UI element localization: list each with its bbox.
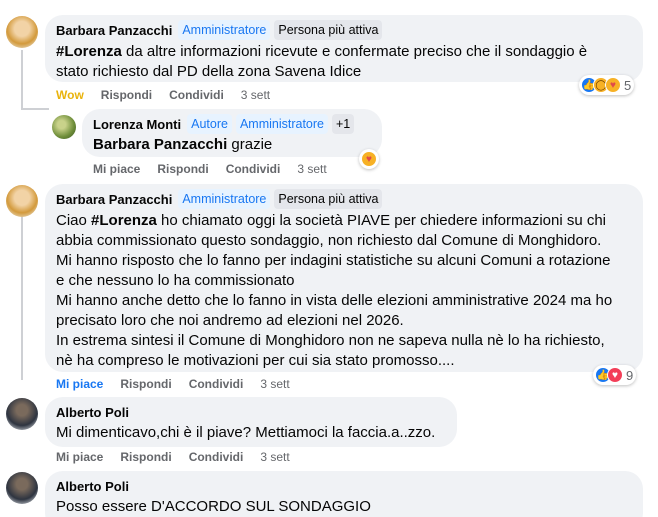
comment-bubble: Lorenza Monti Autore Amministratore +1 B… bbox=[82, 109, 382, 157]
admin-badge: Amministratore bbox=[178, 189, 271, 209]
timestamp[interactable]: 3 sett bbox=[297, 162, 326, 176]
reply-button[interactable]: Rispondi bbox=[101, 88, 152, 102]
like-button[interactable]: Mi piace bbox=[93, 162, 140, 176]
avatar[interactable] bbox=[6, 398, 38, 430]
comment-author[interactable]: Barbara Panzacchi bbox=[56, 23, 172, 38]
top-fan-badge: Persona più attiva bbox=[274, 189, 383, 209]
comment-bubble: Alberto Poli Mi dimenticavo,chi è il pia… bbox=[45, 397, 457, 447]
reply-button[interactable]: Rispondi bbox=[120, 377, 171, 391]
reaction-count: 5 bbox=[624, 77, 632, 93]
reaction-summary[interactable]: 👍 ♥ 9 bbox=[593, 365, 637, 385]
comment-bubble: Barbara Panzacchi Amministratore Persona… bbox=[45, 15, 643, 82]
comment-text: #Lorenza da altre informazioni ricevute … bbox=[56, 43, 588, 80]
avatar[interactable] bbox=[6, 472, 38, 504]
comment-actions: Mi piace Rispondi Condividi 3 sett bbox=[56, 450, 307, 464]
reaction-summary[interactable]: ♥ bbox=[359, 149, 379, 169]
comment-actions: Mi piace Rispondi Condividi 3 sett bbox=[93, 162, 344, 176]
top-fan-badge: Persona più attiva bbox=[274, 20, 383, 40]
comment-text: Ciao #Lorenza ho chiamato oggi la societ… bbox=[56, 212, 613, 369]
like-button[interactable]: Mi piace bbox=[56, 450, 103, 464]
reaction-count: 9 bbox=[626, 367, 634, 383]
share-button[interactable]: Condividi bbox=[189, 377, 244, 391]
avatar[interactable] bbox=[6, 16, 38, 48]
reply-button[interactable]: Rispondi bbox=[157, 162, 208, 176]
care-icon: ♥ bbox=[605, 77, 621, 93]
comment-text: Mi dimenticavo,chi è il piave? Mettiamoc… bbox=[56, 424, 436, 441]
care-icon: ♥ bbox=[361, 151, 377, 167]
admin-badge: Amministratore bbox=[178, 20, 271, 40]
share-button[interactable]: Condividi bbox=[169, 88, 224, 102]
comment-author[interactable]: Barbara Panzacchi bbox=[56, 192, 172, 207]
reaction-summary[interactable]: 👍 ◯ ♥ 5 bbox=[579, 75, 635, 95]
avatar[interactable] bbox=[6, 185, 38, 217]
hashtag-mention[interactable]: #Lorenza bbox=[56, 43, 122, 60]
comment-author[interactable]: Alberto Poli bbox=[56, 405, 129, 420]
comment-bubble: Barbara Panzacchi Amministratore Persona… bbox=[45, 184, 643, 372]
thread-line bbox=[21, 210, 23, 380]
share-button[interactable]: Condividi bbox=[189, 450, 244, 464]
love-icon: ♥ bbox=[607, 367, 623, 383]
comment-bubble: Alberto Poli Posso essere D'ACCORDO SUL … bbox=[45, 471, 643, 517]
thread-line bbox=[21, 50, 23, 110]
comment-author[interactable]: Lorenza Monti bbox=[93, 117, 181, 132]
more-badges[interactable]: +1 bbox=[332, 114, 355, 134]
like-button[interactable]: Mi piace bbox=[56, 377, 103, 391]
hashtag-mention[interactable]: #Lorenza bbox=[91, 212, 157, 229]
avatar[interactable] bbox=[52, 115, 76, 139]
author-badge: Autore bbox=[187, 114, 232, 134]
admin-badge: Amministratore bbox=[235, 114, 328, 134]
comment-author[interactable]: Alberto Poli bbox=[56, 479, 129, 494]
timestamp[interactable]: 3 sett bbox=[260, 450, 289, 464]
thread-line bbox=[21, 108, 49, 110]
reply-button[interactable]: Rispondi bbox=[120, 450, 171, 464]
user-mention[interactable]: Barbara Panzacchi bbox=[93, 136, 227, 153]
comment-actions: Wow Rispondi Condividi 3 sett bbox=[56, 88, 287, 102]
comment-actions: Mi piace Rispondi Condividi 3 sett bbox=[56, 377, 307, 391]
reaction-button[interactable]: Wow bbox=[56, 88, 84, 102]
comment-text: Barbara Panzacchi grazie bbox=[93, 136, 273, 153]
comment-text: Posso essere D'ACCORDO SUL SONDAGGIO bbox=[56, 498, 371, 515]
timestamp[interactable]: 3 sett bbox=[260, 377, 289, 391]
share-button[interactable]: Condividi bbox=[226, 162, 281, 176]
timestamp[interactable]: 3 sett bbox=[241, 88, 270, 102]
